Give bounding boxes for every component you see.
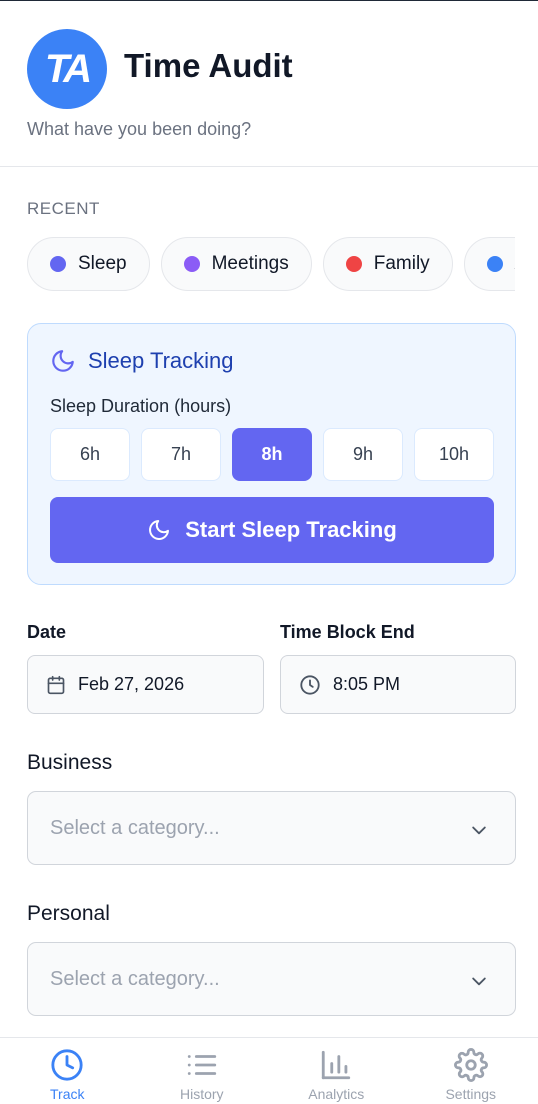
bottom-navigation: Track History Analytics Settings — [0, 1037, 538, 1104]
duration-10h-button[interactable]: 10h — [414, 428, 494, 481]
time-block-end-label: Time Block End — [280, 622, 415, 642]
nav-history[interactable]: History — [135, 1038, 270, 1104]
recent-chip-partial[interactable]: A — [463, 237, 515, 291]
date-field[interactable]: Feb 27, 2026 — [27, 655, 264, 714]
duration-7h-button[interactable]: 7h — [141, 428, 221, 481]
app-header: TA Time Audit What have you been doing? — [0, 1, 538, 167]
recent-chip-sleep[interactable]: Sleep — [27, 237, 150, 291]
chip-label: Sleep — [78, 253, 127, 274]
duration-6h-button[interactable]: 6h — [50, 428, 130, 481]
personal-label: Personal — [27, 902, 110, 925]
color-dot — [345, 256, 362, 272]
personal-category-select[interactable]: Select a category... — [27, 942, 516, 1016]
nav-settings[interactable]: Settings — [404, 1038, 538, 1104]
app-title: Time Audit — [124, 47, 293, 84]
color-dot — [486, 256, 503, 272]
sleep-duration-options: 6h 7h 8h 9h 10h — [50, 428, 494, 481]
app-subtitle: What have you been doing? — [27, 119, 252, 139]
nav-track[interactable]: Track — [0, 1038, 135, 1104]
color-dot — [183, 256, 200, 272]
logo-text: TA — [44, 46, 92, 91]
date-label: Date — [27, 622, 67, 642]
business-label: Business — [27, 751, 113, 774]
moon-icon — [149, 520, 170, 540]
nav-analytics[interactable]: Analytics — [269, 1038, 404, 1104]
bar-chart-icon — [322, 1050, 351, 1080]
business-placeholder: Select a category... — [50, 816, 220, 839]
clock-icon — [51, 1049, 83, 1081]
recent-chip-meetings[interactable]: Meetings — [160, 237, 312, 291]
sleep-card-header: Sleep Tracking — [50, 348, 234, 374]
nav-settings-label: Settings — [445, 1086, 497, 1102]
chevron-down-icon — [472, 826, 486, 835]
chip-label: Meetings — [211, 253, 289, 274]
color-dot — [50, 256, 66, 272]
list-icon — [187, 1055, 216, 1075]
nav-analytics-label: Analytics — [308, 1086, 365, 1102]
time-block-end-field[interactable]: 8:05 PM — [280, 655, 516, 714]
gear-icon — [453, 1048, 488, 1082]
clock-icon — [300, 674, 320, 695]
recent-label: RECENT — [27, 199, 100, 218]
calendar-icon — [47, 675, 65, 694]
nav-history-label: History — [179, 1086, 224, 1102]
personal-placeholder: Select a category... — [50, 967, 220, 990]
chevron-down-icon — [472, 977, 486, 986]
recent-chips-scroller[interactable]: Sleep Meetings Family A — [27, 237, 515, 293]
start-sleep-tracking-button[interactable]: Start Sleep Tracking — [50, 497, 494, 563]
nav-track-label: Track — [50, 1086, 85, 1102]
business-category-select[interactable]: Select a category... — [27, 791, 516, 865]
app-logo: TA — [27, 29, 107, 109]
sleep-duration-label: Sleep Duration (hours) — [50, 396, 232, 416]
date-value: Feb 27, 2026 — [78, 674, 185, 694]
sleep-tracking-card: Sleep Tracking Sleep Duration (hours) 6h… — [27, 323, 516, 585]
duration-8h-button[interactable]: 8h — [232, 428, 312, 481]
start-sleep-label: Start Sleep Tracking — [185, 517, 397, 542]
chip-label: Family — [373, 253, 430, 274]
recent-chip-family[interactable]: Family — [322, 237, 453, 291]
duration-9h-button[interactable]: 9h — [323, 428, 403, 481]
sleep-card-title: Sleep Tracking — [88, 348, 234, 373]
time-block-end-value: 8:05 PM — [333, 674, 401, 694]
moon-icon — [52, 350, 74, 372]
